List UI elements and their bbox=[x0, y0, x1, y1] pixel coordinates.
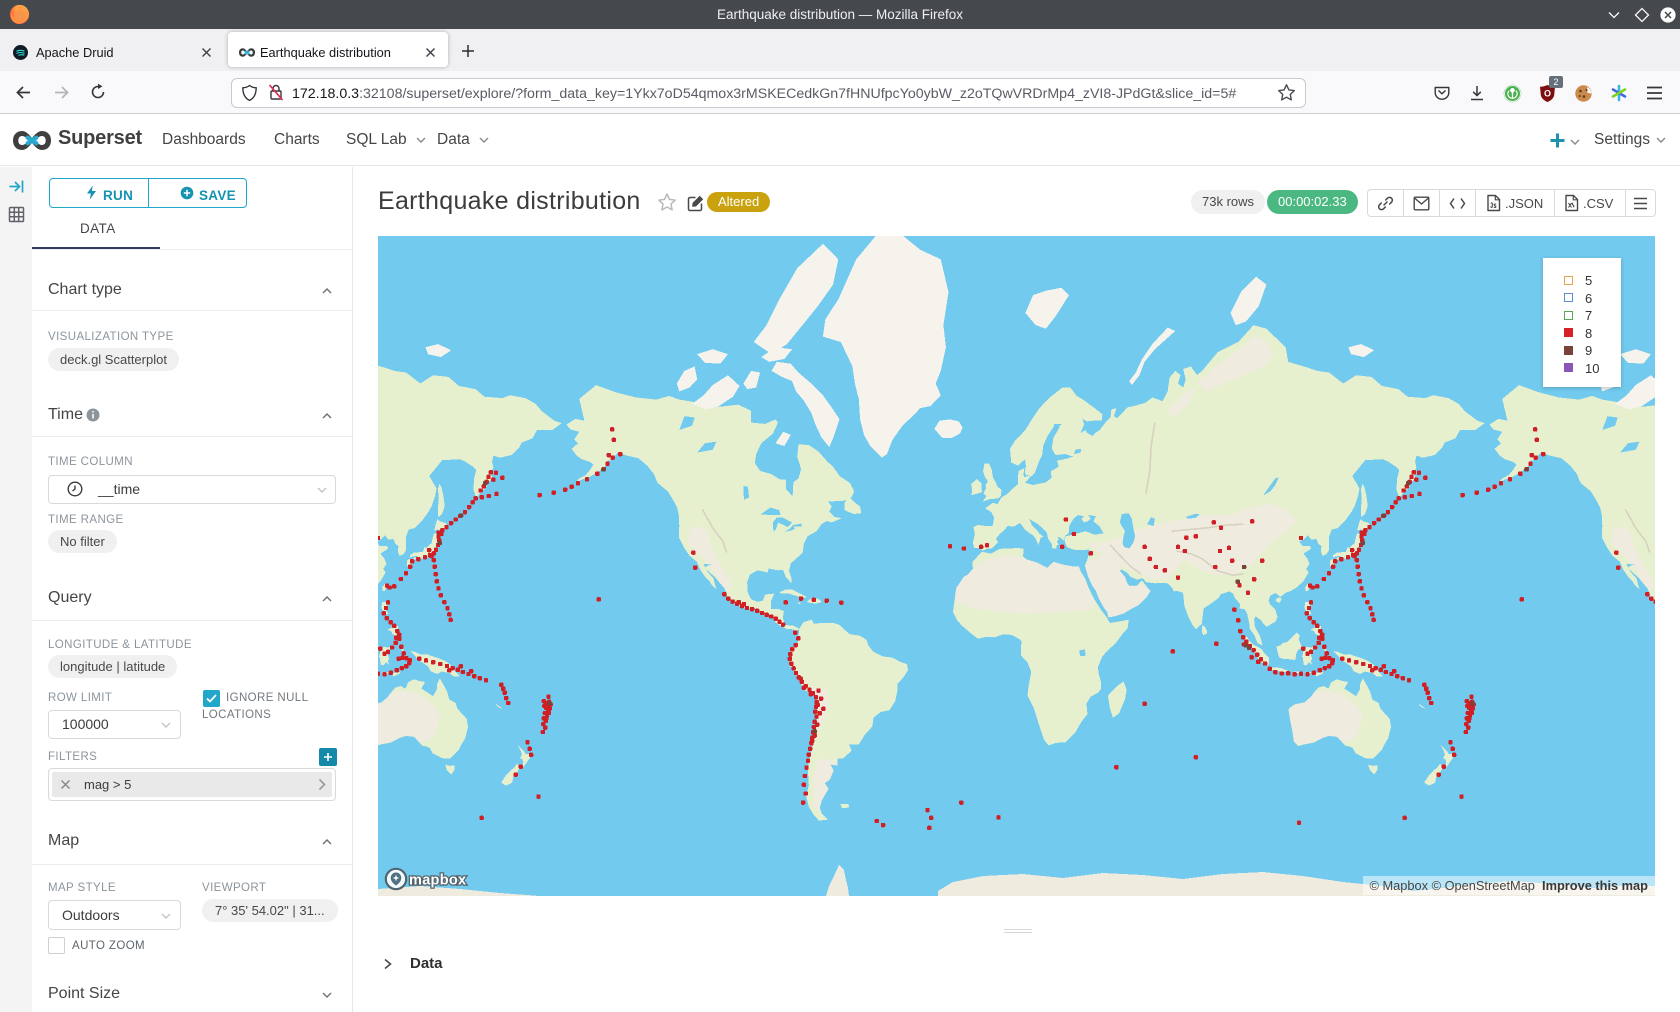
svg-text:mapbox: mapbox bbox=[409, 873, 466, 889]
svg-text:O: O bbox=[1544, 89, 1551, 99]
